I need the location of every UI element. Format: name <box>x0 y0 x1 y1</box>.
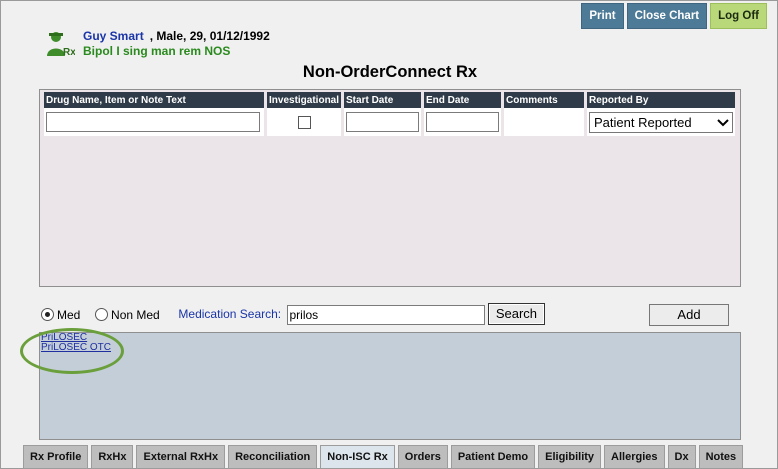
medication-search-label: Medication Search: <box>178 307 282 321</box>
print-button[interactable]: Print <box>581 3 624 29</box>
investigational-checkbox[interactable] <box>297 115 311 129</box>
col-drug-name: Drug Name, Item or Note Text <box>44 92 264 108</box>
tab-non-isc-rx[interactable]: Non-ISC Rx <box>320 445 395 469</box>
rx-entry-grid: Drug Name, Item or Note Text Investigati… <box>39 89 741 287</box>
start-date-input[interactable] <box>346 112 420 132</box>
patient-rx-icon: Rx <box>45 29 76 58</box>
tab-allergies[interactable]: Allergies <box>604 445 665 469</box>
col-investigational: Investigational <box>267 92 342 108</box>
rx-table-header: Drug Name, Item or Note Text Investigati… <box>44 92 736 108</box>
reported-by-select[interactable]: Patient Reported <box>589 111 734 133</box>
tab-external-rxhx[interactable]: External RxHx <box>136 445 226 469</box>
non-med-radio[interactable] <box>95 308 109 322</box>
tab-rx-profile[interactable]: Rx Profile <box>23 445 89 469</box>
med-radio[interactable] <box>41 308 54 322</box>
svg-text:Rx: Rx <box>63 47 75 57</box>
patient-name[interactable]: Guy Smart <box>83 29 144 43</box>
chevron-down-icon <box>717 113 729 139</box>
patient-header: Rx Guy Smart , Male, 29, 01/12/1992 Bipol… <box>45 29 270 58</box>
reported-by-value: Patient Reported <box>594 114 692 130</box>
result-link[interactable]: PriLOSEC <box>41 333 740 343</box>
close-chart-button[interactable]: Close Chart <box>626 3 708 29</box>
col-reported-by: Reported By <box>587 92 736 108</box>
tab-rxhx[interactable]: RxHx <box>91 445 134 469</box>
log-off-button[interactable]: Log Off <box>710 3 767 29</box>
app-window: Print Close Chart Log Off Rx Guy Smart , … <box>0 0 778 469</box>
col-start-date: Start Date <box>344 92 422 108</box>
search-button[interactable]: Search <box>487 303 546 325</box>
col-comments: Comments <box>504 92 585 108</box>
tab-patient-demo[interactable]: Patient Demo <box>450 445 536 469</box>
tab-orders[interactable]: Orders <box>397 445 448 469</box>
drug-name-cell <box>44 108 264 136</box>
non-med-radio-label: Non Med <box>111 307 160 322</box>
bottom-tab-bar: Rx Profile RxHx External RxHx Reconcilia… <box>23 445 744 469</box>
tab-notes[interactable]: Notes <box>698 445 744 469</box>
start-date-cell <box>344 108 422 136</box>
comments-cell[interactable] <box>504 108 585 136</box>
end-date-input[interactable] <box>426 112 500 132</box>
tab-eligibility[interactable]: Eligibility <box>538 445 602 469</box>
table-row: Patient Reported <box>44 108 736 136</box>
patient-demographics: , Male, 29, 01/12/1992 <box>149 29 270 43</box>
reported-by-cell: Patient Reported <box>587 108 736 136</box>
page-title: Non-OrderConnect Rx <box>302 63 478 81</box>
end-date-cell <box>424 108 502 136</box>
patient-diagnosis: Bipol I sing man rem NOS <box>83 44 231 58</box>
result-link[interactable]: PriLOSEC OTC <box>41 343 740 353</box>
investigational-cell <box>267 108 342 136</box>
tab-reconciliation[interactable]: Reconciliation <box>228 445 318 469</box>
col-end-date: End Date <box>424 92 502 108</box>
highlight-circle <box>20 328 124 374</box>
rx-table: Drug Name, Item or Note Text Investigati… <box>41 92 738 136</box>
header-actions: Print Close Chart Log Off <box>581 3 767 29</box>
medication-search-input[interactable] <box>286 304 485 325</box>
medication-search-row: Med Non Med Medication Search: Search Ad… <box>41 303 741 327</box>
search-results-panel: PriLOSEC PriLOSEC OTC <box>39 332 741 440</box>
add-button[interactable]: Add <box>649 304 729 326</box>
med-radio-label: Med <box>57 307 81 322</box>
drug-name-input[interactable] <box>46 112 260 132</box>
tab-dx[interactable]: Dx <box>667 445 696 469</box>
